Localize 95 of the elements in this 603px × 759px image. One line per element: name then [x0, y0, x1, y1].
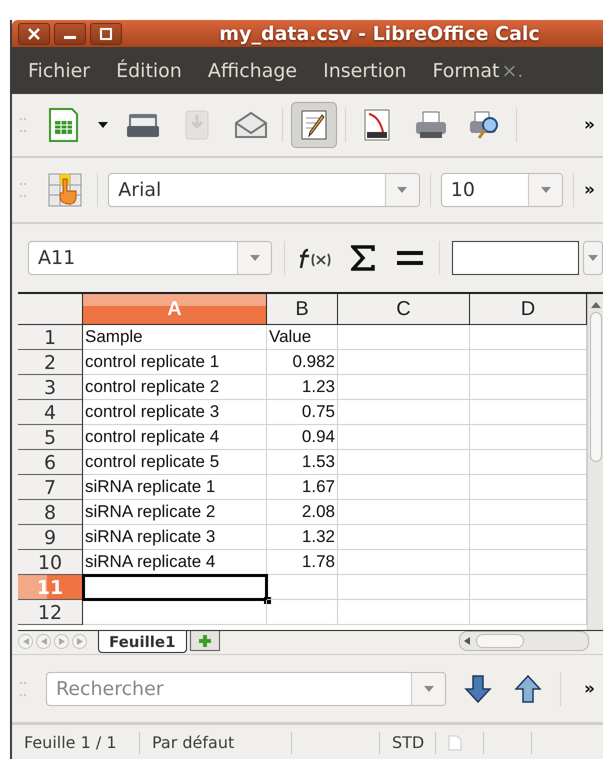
name-box[interactable]: A11 [28, 241, 272, 275]
font-name-field[interactable]: Arial [108, 173, 420, 207]
up-arrow-icon [514, 674, 542, 702]
table-cell: 1.78 [267, 550, 338, 575]
maximize-button[interactable] [90, 22, 122, 44]
minimize-icon [64, 36, 76, 39]
row-header[interactable]: 3 [18, 375, 83, 400]
close-icon [28, 28, 40, 40]
more-button[interactable]: » [584, 678, 595, 698]
menu-item[interactable]: Édition [116, 60, 182, 82]
minimize-button[interactable] [54, 22, 86, 44]
font-size-field[interactable]: 10 [440, 173, 564, 207]
right-arrow-icon [76, 638, 82, 645]
table-cell: siRNA replicate 4 [83, 550, 267, 575]
formula-input[interactable] [452, 241, 580, 275]
table-cell: Value [267, 325, 338, 350]
table-cell: siRNA replicate 1 [83, 475, 267, 500]
corner-cell[interactable] [18, 294, 83, 325]
caret-icon [250, 255, 260, 261]
table-cell: control replicate 2 [83, 375, 267, 400]
spreadsheet-icon [48, 108, 78, 142]
table-cell: 0.94 [267, 425, 338, 450]
pdf-icon [363, 108, 391, 142]
function-icon [298, 246, 332, 270]
table-cell: siRNA replicate 2 [83, 500, 267, 525]
window-title: my_data.csv - LibreOffice Calc [218, 22, 541, 44]
menu-item[interactable]: Insertion [323, 60, 407, 82]
scroll-thumb[interactable] [590, 312, 602, 462]
table-cell: 1.67 [267, 475, 338, 500]
maximize-icon [100, 28, 112, 40]
menu-item[interactable]: Fichier [28, 60, 90, 82]
page-style: Par défaut [140, 732, 292, 754]
column-header[interactable]: B [267, 294, 338, 325]
row-header[interactable]: 8 [18, 500, 83, 525]
printer-icon [414, 110, 448, 140]
menu-item[interactable]: Affichage [208, 60, 298, 82]
menu-item[interactable]: Format [432, 60, 500, 82]
scroll-thumb[interactable] [476, 634, 524, 648]
table-cell: siRNA replicate 3 [83, 525, 267, 550]
left-arrow-icon [40, 638, 46, 645]
caret-icon [540, 187, 551, 193]
add-sheet-button[interactable] [190, 631, 220, 651]
caret-icon [98, 122, 108, 128]
caret-icon [588, 255, 598, 261]
row-header[interactable]: 2 [18, 350, 83, 375]
table-cell [267, 600, 338, 625]
sheet-indicator: Feuille 1 / 1 [12, 732, 140, 754]
sheet-tab[interactable]: Feuille1 [98, 631, 187, 653]
plus-icon [198, 634, 212, 648]
table-cell: 2.08 [267, 500, 338, 525]
row-header[interactable]: 5 [18, 425, 83, 450]
folder-icon [126, 112, 160, 138]
more-button[interactable]: » [584, 115, 595, 135]
selection-mode: STD [380, 732, 436, 754]
row-header[interactable]: 6 [18, 450, 83, 475]
table-cell: 1.32 [267, 525, 338, 550]
toolbar-button[interactable] [291, 102, 337, 148]
sum-icon [350, 245, 375, 271]
vertical-scrollbar[interactable] [587, 294, 603, 630]
envelope-icon [234, 111, 268, 139]
row-header[interactable]: 4 [18, 400, 83, 425]
caret-icon [397, 187, 408, 193]
column-header[interactable]: D [470, 294, 587, 325]
table-cell: 0.982 [267, 350, 338, 375]
right-arrow-icon [58, 638, 64, 645]
row-header[interactable]: 10 [18, 550, 83, 575]
row-header[interactable]: 9 [18, 525, 83, 550]
equals-icon [396, 250, 424, 266]
row-header[interactable]: 1 [18, 325, 83, 350]
scroll-up-icon [590, 302, 600, 308]
save-icon [184, 109, 210, 141]
left-arrow-icon [22, 638, 28, 645]
table-cell: control replicate 3 [83, 400, 267, 425]
table-cell [267, 575, 338, 600]
hand-pointer-icon [48, 173, 82, 207]
edit-file-icon [300, 109, 328, 141]
table-cell: control replicate 4 [83, 425, 267, 450]
more-button[interactable]: » [584, 180, 595, 200]
search-field[interactable]: Rechercher [46, 672, 446, 706]
document-icon [448, 734, 462, 750]
column-header[interactable]: C [338, 294, 470, 325]
close-button[interactable] [18, 22, 50, 44]
row-header[interactable]: 12 [18, 600, 83, 625]
row-header[interactable]: 7 [18, 475, 83, 500]
down-arrow-icon [464, 674, 492, 702]
table-cell: 0.75 [267, 400, 338, 425]
expand-button[interactable] [583, 241, 603, 275]
table-cell: 1.23 [267, 375, 338, 400]
left-arrow-icon [464, 637, 470, 645]
caret-icon [424, 686, 434, 692]
horizontal-scrollbar[interactable] [459, 631, 589, 651]
table-cell: control replicate 5 [83, 450, 267, 475]
table-cell: Sample [83, 325, 267, 350]
table-cell: 1.53 [267, 450, 338, 475]
table-cell: control replicate 1 [83, 350, 267, 375]
